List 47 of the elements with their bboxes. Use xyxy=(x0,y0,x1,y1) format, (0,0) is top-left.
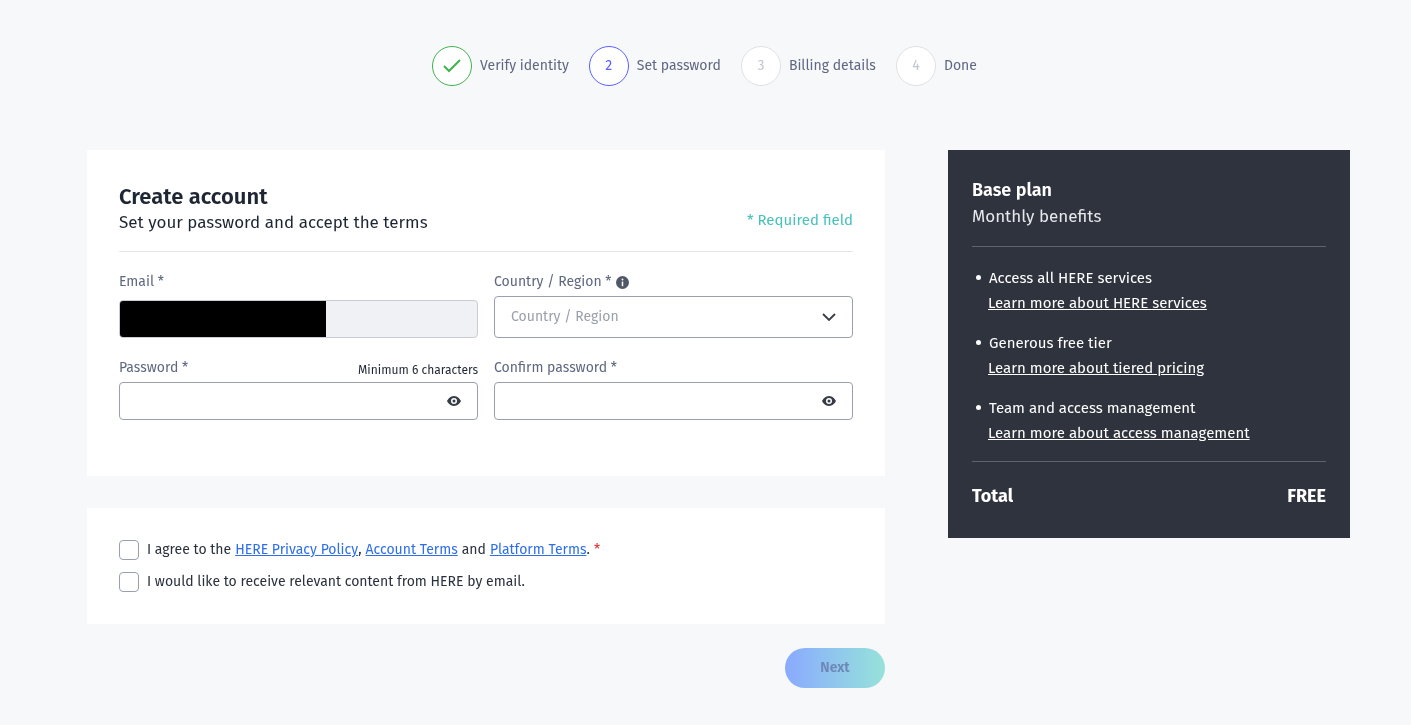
learn-more-link[interactable]: Learn more about access management xyxy=(988,422,1250,445)
bullet-icon xyxy=(976,340,981,346)
step-label: Verify identity xyxy=(480,56,569,76)
terms-link[interactable]: Account Terms xyxy=(365,540,458,560)
plan-subtitle: Monthly benefits xyxy=(972,205,1103,229)
terms-link[interactable]: HERE Privacy Policy xyxy=(235,540,359,560)
consent-text: I would like to receive relevant content from HERE by email. xyxy=(147,572,525,592)
bullet-icon xyxy=(976,275,981,281)
field-label: Password * xyxy=(119,358,189,378)
consent-text: . xyxy=(586,540,590,560)
step-number: 3 xyxy=(757,56,765,76)
benefit-text: Access all HERE services xyxy=(989,267,1153,289)
confirm-password-field[interactable] xyxy=(494,382,853,420)
step-label: Billing details xyxy=(788,56,876,76)
learn-more-link[interactable]: Learn more about HERE services xyxy=(988,292,1207,315)
required-note: * Required field xyxy=(746,209,853,231)
field-label: Country / Region * xyxy=(494,272,612,292)
field-label: Confirm password * xyxy=(494,358,619,378)
field-label: Email * xyxy=(119,272,165,292)
required-mark: * xyxy=(593,540,601,560)
step-label: Set password xyxy=(636,56,721,76)
bullet-icon xyxy=(976,405,981,411)
plan-title: Base plan xyxy=(972,178,1053,203)
password-hint: Minimum 6 characters xyxy=(358,362,478,378)
learn-more-link[interactable]: Learn more about tiered pricing xyxy=(988,357,1205,380)
step-number: 4 xyxy=(912,56,920,76)
terms-link[interactable]: Platform Terms xyxy=(489,540,587,560)
eye-icon[interactable] xyxy=(822,396,836,406)
checkbox[interactable] xyxy=(119,572,139,592)
step-label: Done xyxy=(943,56,977,76)
total-label: Total xyxy=(972,483,1013,509)
form-subtitle: Set your password and accept the terms xyxy=(119,211,428,235)
info-icon[interactable] xyxy=(615,275,629,289)
benefit-text: Team and access management xyxy=(989,397,1196,419)
chevron-down-icon xyxy=(822,313,836,321)
form-title: Create account xyxy=(119,183,269,211)
total-value: FREE xyxy=(1287,483,1326,509)
eye-icon[interactable] xyxy=(447,396,461,406)
check-icon xyxy=(443,59,462,73)
consent-text: I agree to the xyxy=(147,540,232,560)
benefit-text: Generous free tier xyxy=(989,332,1112,354)
country-select[interactable]: Country / Region xyxy=(494,296,853,338)
password-field[interactable] xyxy=(119,382,478,420)
step-number: 2 xyxy=(605,56,613,76)
consent-text: and xyxy=(461,540,486,560)
consent-text: , xyxy=(358,540,362,560)
checkbox[interactable] xyxy=(119,540,139,560)
